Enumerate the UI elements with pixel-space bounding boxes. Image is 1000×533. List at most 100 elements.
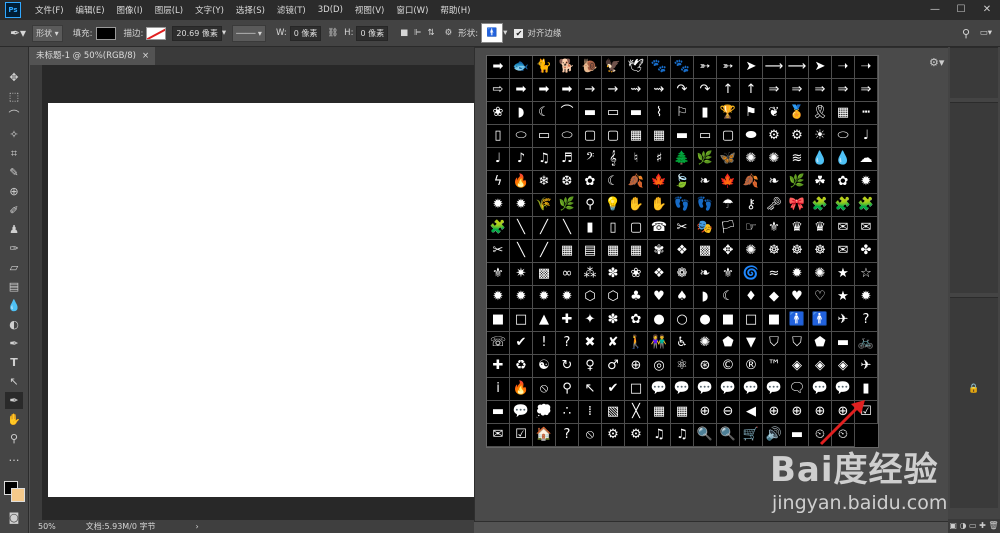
shape-cell[interactable]: ♮	[625, 148, 648, 171]
shape-cell[interactable]: ☾	[533, 102, 556, 125]
shape-cell[interactable]: ▧	[602, 401, 625, 424]
menu-layer[interactable]: 图层(L)	[149, 4, 189, 16]
shape-cell[interactable]: ▬	[579, 102, 602, 125]
shape-cell[interactable]: !	[533, 332, 556, 355]
shape-cell[interactable]: ⛉	[786, 332, 809, 355]
shape-cell[interactable]: ➤	[809, 56, 832, 79]
lasso-tool-icon[interactable]: ⌒	[5, 107, 23, 124]
shape-cell[interactable]: ◆	[763, 286, 786, 309]
shape-cell[interactable]: ϟ	[487, 171, 510, 194]
shape-cell[interactable]: 🚹	[809, 309, 832, 332]
mode-dropdown[interactable]: 形状 ▾	[32, 24, 63, 42]
custom-shape-tool-icon[interactable]: ✒	[5, 392, 23, 409]
shape-cell[interactable]: ✺	[809, 263, 832, 286]
shape-cell[interactable]: ╲	[556, 217, 579, 240]
shape-cell[interactable]: ⊕	[694, 401, 717, 424]
shape-cell[interactable]: 🍃	[671, 171, 694, 194]
shape-cell[interactable]: ▦	[832, 102, 855, 125]
shape-cell[interactable]: ⌇	[648, 102, 671, 125]
shape-cell[interactable]: 🎗	[809, 102, 832, 125]
shape-cell[interactable]: ▢	[717, 125, 740, 148]
shape-cell[interactable]: ♀	[579, 355, 602, 378]
shape-cell[interactable]: ▬	[832, 332, 855, 355]
shape-cell[interactable]: 💧	[832, 148, 855, 171]
shape-cell[interactable]: ❦	[763, 102, 786, 125]
shape-cell[interactable]: ○	[671, 309, 694, 332]
shape-cell[interactable]: ☂	[717, 194, 740, 217]
shape-cell[interactable]: 🏠	[533, 424, 556, 447]
shape-cell[interactable]: 🧩	[832, 194, 855, 217]
shape-cell[interactable]: ➤	[740, 56, 763, 79]
shape-cell[interactable]: ╱	[533, 240, 556, 263]
shape-cell[interactable]: ☾	[602, 171, 625, 194]
shape-cell[interactable]: ✺	[694, 332, 717, 355]
shape-cell[interactable]: ⇒	[809, 79, 832, 102]
shape-cell[interactable]: ♫	[533, 148, 556, 171]
shape-cell[interactable]: ❖	[648, 263, 671, 286]
shape-cell[interactable]: ⬡	[579, 286, 602, 309]
shape-cell[interactable]: ♥	[648, 286, 671, 309]
menu-window[interactable]: 窗口(W)	[390, 4, 434, 16]
workspace-icon[interactable]: ▭▾	[980, 28, 992, 38]
shape-cell[interactable]: ♩	[855, 125, 878, 148]
shape-cell[interactable]: ╲	[510, 217, 533, 240]
shape-cell[interactable]: →	[579, 79, 602, 102]
path-operations-icon[interactable]: ■	[400, 28, 408, 38]
shape-cell[interactable]: ▩	[533, 263, 556, 286]
gradient-tool-icon[interactable]: ▤	[5, 278, 23, 295]
shape-cell[interactable]: ✖	[579, 332, 602, 355]
shape-cell[interactable]: 💬	[717, 378, 740, 401]
shape-cell[interactable]: ▬	[786, 424, 809, 447]
shape-cell[interactable]: 💧	[809, 148, 832, 171]
shape-cell[interactable]: ▤	[579, 240, 602, 263]
shape-cell[interactable]: ✾	[648, 240, 671, 263]
menu-file[interactable]: 文件(F)	[29, 4, 70, 16]
document-tab[interactable]: 未标题-1 @ 50%(RGB/8) ×	[30, 47, 156, 65]
lock-icon[interactable]: 🔒	[968, 384, 979, 394]
shape-cell[interactable]: ♦	[740, 286, 763, 309]
shape-cell[interactable]: ▲	[533, 309, 556, 332]
close-tab-icon[interactable]: ×	[142, 47, 149, 65]
shape-cell[interactable]: ⁞	[579, 401, 602, 424]
shape-cell[interactable]: ⛉	[763, 332, 786, 355]
menu-3d[interactable]: 3D(D)	[312, 5, 349, 15]
shape-cell[interactable]: ❄	[533, 171, 556, 194]
menu-help[interactable]: 帮助(H)	[434, 4, 476, 16]
shape-cell[interactable]: ▦	[671, 401, 694, 424]
shape-cell[interactable]: 🧩	[809, 194, 832, 217]
minimize-button[interactable]: —	[922, 0, 948, 20]
shape-cell[interactable]: ╳	[625, 401, 648, 424]
shape-cell[interactable]: ⇒	[855, 79, 878, 102]
search-icon[interactable]: ⚲	[962, 27, 970, 40]
shape-cell[interactable]: ☸	[809, 240, 832, 263]
height-field[interactable]: 0 像素	[356, 25, 389, 41]
shape-cell[interactable]: ✹	[510, 194, 533, 217]
menu-edit[interactable]: 编辑(E)	[70, 4, 111, 16]
shape-cell[interactable]: ☘	[809, 171, 832, 194]
crop-tool-icon[interactable]: ⌗	[5, 145, 23, 162]
shape-cell[interactable]: ♿	[671, 332, 694, 355]
shape-cell[interactable]: ⟶	[786, 56, 809, 79]
clone-stamp-tool-icon[interactable]: ♟	[5, 221, 23, 238]
shape-cell[interactable]: ✉	[855, 217, 878, 240]
shape-cell[interactable]: ➝	[832, 56, 855, 79]
shape-cell[interactable]: ⚐	[671, 102, 694, 125]
shape-cell[interactable]: ●	[694, 309, 717, 332]
shape-cell[interactable]: ▦	[625, 125, 648, 148]
shape-cell[interactable]: i	[487, 378, 510, 401]
shape-cell[interactable]: ❁	[671, 263, 694, 286]
shape-cell[interactable]: ↑	[717, 79, 740, 102]
quick-mask-icon[interactable]: ◙	[5, 509, 23, 526]
shape-cell[interactable]: 🐌	[579, 56, 602, 79]
shape-cell[interactable]: ✚	[487, 355, 510, 378]
shape-cell[interactable]: ♯	[648, 148, 671, 171]
shape-cell[interactable]: ⬭	[556, 125, 579, 148]
zoom-level[interactable]: 50%	[38, 522, 56, 531]
shape-cell[interactable]: ❖	[671, 240, 694, 263]
shape-cell[interactable]: ✹	[855, 171, 878, 194]
shape-cell[interactable]: ■	[763, 309, 786, 332]
shape-cell[interactable]: ❀	[487, 102, 510, 125]
shape-cell[interactable]: ♫	[671, 424, 694, 447]
shape-cell[interactable]: ⚷	[740, 194, 763, 217]
shape-cell[interactable]: ∴	[556, 401, 579, 424]
